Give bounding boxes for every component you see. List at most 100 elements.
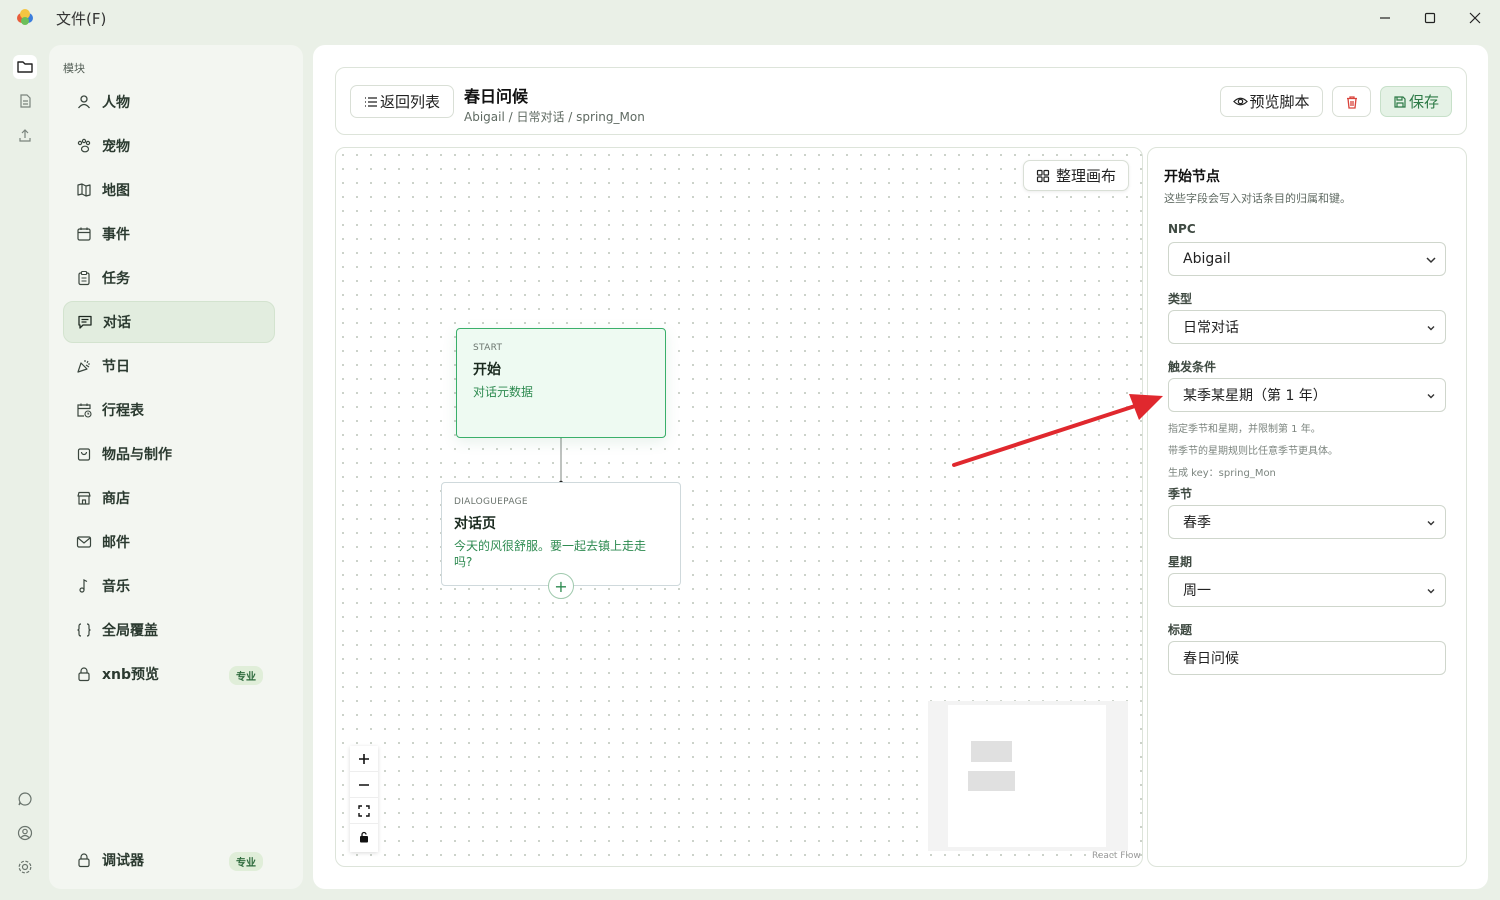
chevron-down-icon	[1427, 326, 1435, 331]
sidebar-item-quest[interactable]: 任务	[63, 257, 275, 299]
map-icon	[75, 181, 93, 199]
arrange-canvas-button[interactable]: 整理画布	[1023, 160, 1129, 191]
flow-edge	[558, 433, 564, 486]
sidebar-item-label: 人物	[102, 95, 130, 111]
sidebar-item-label: 音乐	[102, 579, 130, 595]
account-icon[interactable]	[13, 821, 37, 845]
list-icon	[364, 96, 377, 107]
minimize-button[interactable]	[1372, 6, 1398, 30]
flow-canvas[interactable]: 整理画布 START 开始 对话元数据 DIALOGUEPAGE 对话页 今天的…	[335, 147, 1143, 867]
lock-icon	[360, 831, 368, 843]
sidebar-item-mail[interactable]: 邮件	[63, 521, 275, 563]
react-flow-attribution[interactable]: React Flow	[1092, 851, 1141, 861]
music-icon	[75, 577, 93, 595]
preview-script-button[interactable]: 预览脚本	[1220, 86, 1323, 117]
sidebar-item-festival[interactable]: 节日	[63, 345, 275, 387]
layout-grid-icon	[1036, 169, 1050, 182]
sidebar-item-items[interactable]: 物品与制作	[63, 433, 275, 475]
trigger-hint: 带季节的星期规则比任意季节更具体。	[1168, 446, 1338, 457]
sidebar-item-label: 对话	[103, 315, 131, 331]
npc-label: NPC	[1168, 222, 1196, 236]
title-bar	[0, 0, 1500, 36]
sidebar-item-pet[interactable]: 宠物	[63, 125, 275, 167]
add-node-button[interactable]: +	[548, 573, 574, 599]
chevron-down-icon	[1427, 521, 1435, 526]
delete-button[interactable]	[1332, 86, 1371, 117]
calendar-clock-icon	[75, 401, 93, 419]
minimap-node	[971, 741, 1012, 762]
bag-icon	[75, 445, 93, 463]
maximize-icon	[1424, 12, 1436, 24]
generated-key: 生成 key：spring_Mon	[1168, 468, 1276, 479]
node-description: 今天的风很舒服。要一起去镇上走走吗?	[454, 539, 647, 569]
sidebar-item-label: 地图	[102, 183, 130, 199]
minus-icon	[359, 783, 369, 786]
close-icon	[1469, 12, 1481, 24]
sidebar-item-xnb-preview[interactable]: xnb预览 专业	[63, 653, 275, 695]
sidebar-item-label: 事件	[102, 227, 130, 243]
zoom-in-button[interactable]	[350, 746, 378, 772]
season-value: 春季	[1183, 515, 1211, 531]
close-button[interactable]	[1462, 6, 1488, 30]
sidebar-item-schedule[interactable]: 行程表	[63, 389, 275, 431]
store-icon	[75, 489, 93, 507]
lock-canvas-button[interactable]	[350, 824, 378, 850]
title-label: 标题	[1168, 623, 1193, 637]
zoom-out-button[interactable]	[350, 772, 378, 798]
maximize-button[interactable]	[1417, 6, 1443, 30]
node-type: DIALOGUEPAGE	[454, 497, 528, 507]
sidebar-item-debugger[interactable]: 调试器 专业	[63, 839, 275, 881]
breadcrumb: Abigail / 日常对话 / spring_Mon	[464, 110, 645, 124]
folder-icon[interactable]	[13, 55, 37, 79]
lock-icon	[75, 665, 93, 683]
node-type: START	[473, 343, 503, 353]
back-to-list-button[interactable]: 返回列表	[350, 85, 454, 118]
weekday-select[interactable]: 周一	[1168, 573, 1446, 607]
sidebar-item-label: 任务	[102, 271, 130, 287]
sidebar-item-label: 节日	[102, 359, 130, 375]
chat-icon[interactable]	[13, 787, 37, 811]
sidebar-item-label: 调试器	[102, 853, 144, 869]
lock-icon	[75, 851, 93, 869]
season-select[interactable]: 春季	[1168, 505, 1446, 539]
node-description: 对话元数据	[473, 385, 534, 399]
settings-icon[interactable]	[13, 855, 37, 879]
sidebar-item-person[interactable]: 人物	[63, 81, 275, 123]
type-label: 类型	[1168, 292, 1193, 306]
save-icon	[1394, 95, 1406, 108]
eye-icon	[1233, 97, 1249, 106]
sidebar-item-map[interactable]: 地图	[63, 169, 275, 211]
npc-select[interactable]: Abigail	[1168, 242, 1446, 276]
document-icon[interactable]	[13, 89, 37, 113]
sidebar-item-shop[interactable]: 商店	[63, 477, 275, 519]
save-button[interactable]: 保存	[1380, 86, 1452, 117]
chevron-down-icon	[1426, 257, 1436, 264]
fit-view-button[interactable]	[350, 798, 378, 824]
sidebar-item-global-override[interactable]: 全局覆盖	[63, 609, 275, 651]
annotation-arrow	[952, 394, 1163, 467]
pro-badge: 专业	[229, 666, 263, 685]
dialogue-page-node[interactable]: DIALOGUEPAGE 对话页 今天的风很舒服。要一起去镇上走走吗?	[441, 482, 681, 586]
minimap-node	[968, 771, 1015, 791]
sidebar-item-dialogue[interactable]: 对话	[63, 301, 275, 343]
weekday-value: 周一	[1183, 583, 1211, 599]
type-select[interactable]: 日常对话	[1168, 310, 1446, 344]
trigger-value: 某季某星期（第 1 年）	[1183, 388, 1327, 404]
type-value: 日常对话	[1183, 320, 1239, 336]
start-node[interactable]: START 开始 对话元数据	[456, 328, 666, 438]
sidebar-item-music[interactable]: 音乐	[63, 565, 275, 607]
trigger-label: 触发条件	[1168, 360, 1217, 374]
sidebar-item-event[interactable]: 事件	[63, 213, 275, 255]
season-label: 季节	[1168, 487, 1193, 501]
mail-icon	[75, 533, 93, 551]
trigger-select[interactable]: 某季某星期（第 1 年）	[1168, 378, 1446, 412]
paw-icon	[75, 137, 93, 155]
sidebar-item-label: 宠物	[102, 139, 130, 155]
calendar-icon	[75, 225, 93, 243]
title-input[interactable]: 春日问候	[1168, 641, 1446, 675]
sidebar-heading: 模块	[63, 62, 85, 75]
file-menu[interactable]: 文件(F)	[56, 8, 106, 29]
sidebar-item-label: xnb预览	[102, 667, 160, 683]
minimap[interactable]	[928, 701, 1128, 851]
upload-icon[interactable]	[13, 123, 37, 147]
